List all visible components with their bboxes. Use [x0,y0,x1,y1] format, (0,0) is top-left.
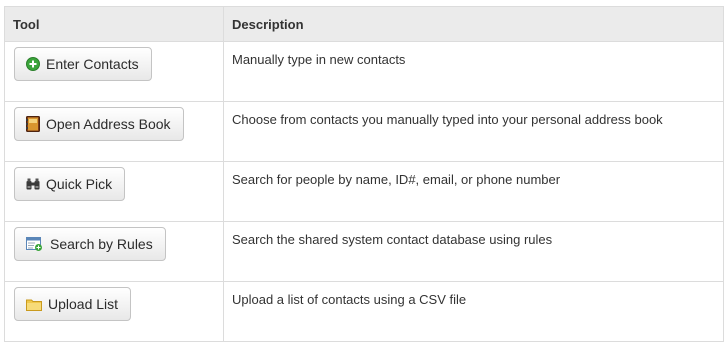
tool-cell: Search by Rules [4,221,224,282]
open-address-book-button[interactable]: Open Address Book [14,107,184,141]
description-cell: Choose from contacts you manually typed … [223,101,724,162]
description-cell: Manually type in new contacts [223,41,724,102]
description-cell: Upload a list of contacts using a CSV fi… [223,281,724,342]
description-cell: Search for people by name, ID#, email, o… [223,161,724,222]
enter-contacts-label: Enter Contacts [46,56,139,72]
tools-table: Tool Description Enter Contacts Manually… [4,6,724,342]
enter-contacts-button[interactable]: Enter Contacts [14,47,152,81]
quick-pick-button[interactable]: Quick Pick [14,167,126,201]
tool-cell: Enter Contacts [4,41,224,102]
table-row: Upload List Upload a list of contacts us… [4,281,724,342]
tool-cell: Open Address Book [4,101,224,162]
binoculars-icon [26,178,40,190]
address-book-icon [26,116,40,132]
tool-cell: Upload List [4,281,224,342]
rules-search-icon [26,236,44,252]
search-by-rules-button[interactable]: Search by Rules [14,227,166,261]
description-cell: Search the shared system contact databas… [223,221,724,282]
add-icon [26,57,40,71]
tool-column-header: Tool [4,6,224,42]
quick-pick-label: Quick Pick [46,176,113,192]
folder-icon [26,298,42,311]
open-address-book-label: Open Address Book [46,116,171,132]
table-row: Search by Rules Search the shared system… [4,221,724,282]
table-header-row: Tool Description [4,6,724,42]
upload-list-button[interactable]: Upload List [14,287,132,321]
table-row: Open Address Book Choose from contacts y… [4,101,724,162]
description-column-header: Description [223,6,724,42]
search-by-rules-label: Search by Rules [50,236,153,252]
table-row: Enter Contacts Manually type in new cont… [4,41,724,102]
tool-cell: Quick Pick [4,161,224,222]
table-row: Quick Pick Search for people by name, ID… [4,161,724,222]
upload-list-label: Upload List [48,296,119,312]
